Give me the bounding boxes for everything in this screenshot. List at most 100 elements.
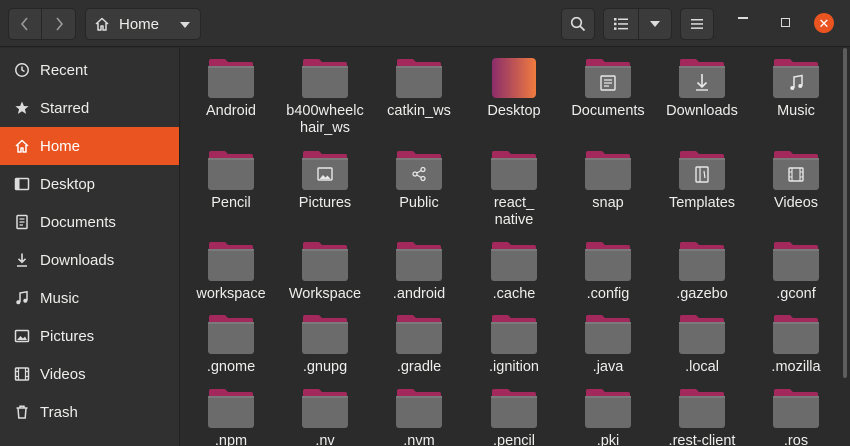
navigation-buttons — [8, 8, 76, 40]
sidebar-item-home[interactable]: Home — [0, 127, 179, 165]
file-item[interactable]: .ros — [749, 387, 843, 446]
file-item[interactable]: Pictures — [278, 149, 372, 212]
forward-button[interactable] — [42, 9, 75, 39]
file-item[interactable]: Desktop — [467, 57, 561, 120]
folder-icon — [491, 315, 537, 354]
sidebar-item-label: Trash — [40, 403, 78, 421]
sidebar-item-label: Pictures — [40, 327, 95, 345]
star-icon — [14, 100, 30, 116]
file-item[interactable]: Videos — [749, 149, 843, 212]
file-item[interactable]: .java — [561, 313, 655, 376]
sidebar-item-label: Home — [40, 137, 81, 155]
folder-icon — [491, 151, 537, 190]
sidebar-item-music[interactable]: Music — [0, 279, 179, 317]
folder-icon — [302, 242, 348, 281]
folder-icon — [208, 59, 254, 98]
file-item[interactable]: .gnupg — [278, 313, 372, 376]
file-item[interactable]: .local — [655, 313, 749, 376]
location-button[interactable]: Home — [85, 8, 201, 40]
file-item[interactable]: Documents — [561, 57, 655, 120]
chevron-right-icon — [55, 17, 63, 31]
picture-icon — [14, 328, 30, 344]
search-button[interactable] — [561, 8, 595, 40]
file-item[interactable]: b400wheelc hair_ws — [278, 57, 372, 137]
picture-folder-icon — [302, 151, 348, 190]
list-view-button[interactable] — [604, 9, 639, 39]
music-folder-icon — [773, 59, 819, 98]
vertical-scrollbar[interactable] — [843, 48, 847, 378]
file-item[interactable]: Music — [749, 57, 843, 120]
sidebar-item-downloads[interactable]: Downloads — [0, 241, 179, 279]
file-name: Desktop — [487, 103, 541, 119]
file-item[interactable]: snap — [561, 149, 655, 212]
file-item[interactable]: catkin_ws — [372, 57, 466, 120]
places-sidebar: Recent Starred Home Desktop Documents Downloa… — [0, 48, 180, 446]
chevron-left-icon — [20, 17, 28, 31]
minimize-button[interactable] — [738, 17, 748, 19]
sidebar-item-starred[interactable]: Starred — [0, 89, 179, 127]
folder-icon — [491, 389, 537, 428]
file-name: Documents — [571, 103, 645, 119]
location-label: Home — [119, 15, 160, 33]
back-button[interactable] — [9, 9, 43, 39]
file-name: .config — [586, 286, 630, 302]
file-item[interactable]: .npm — [184, 387, 278, 446]
file-item[interactable]: .nvm — [372, 387, 466, 446]
sidebar-item-desktop[interactable]: Desktop — [0, 165, 179, 203]
file-item[interactable]: Templates — [655, 149, 749, 212]
file-item[interactable]: .config — [561, 240, 655, 303]
close-button[interactable]: ✕ — [814, 13, 834, 33]
file-item[interactable]: Public — [372, 149, 466, 212]
file-item[interactable]: .rest-client — [655, 387, 749, 446]
sidebar-item-label: Music — [40, 289, 80, 307]
file-item[interactable]: .gnome — [184, 313, 278, 376]
folder-icon — [773, 242, 819, 281]
file-name: b400wheelc hair_ws — [286, 103, 364, 136]
file-name: snap — [592, 195, 624, 211]
file-item[interactable]: .android — [372, 240, 466, 303]
file-item[interactable]: Workspace — [278, 240, 372, 303]
file-name: .pencil — [493, 433, 535, 446]
file-name: .gnupg — [302, 359, 348, 375]
sidebar-item-videos[interactable]: Videos — [0, 355, 179, 393]
file-item[interactable]: Downloads — [655, 57, 749, 120]
file-item[interactable]: .pki — [561, 387, 655, 446]
file-item[interactable]: Android — [184, 57, 278, 120]
main-menu-button[interactable] — [680, 8, 714, 40]
file-grid: Android b400wheelc hair_ws catkin_ws Deskto… — [181, 48, 850, 446]
file-item[interactable]: .nv — [278, 387, 372, 446]
file-item[interactable]: .cache — [467, 240, 561, 303]
chevron-down-icon — [649, 21, 660, 27]
folder-icon — [396, 315, 442, 354]
folder-icon — [302, 315, 348, 354]
sidebar-item-pictures[interactable]: Pictures — [0, 317, 179, 355]
file-item[interactable]: .gconf — [749, 240, 843, 303]
file-item[interactable]: react_ native — [467, 149, 561, 229]
maximize-button[interactable] — [781, 18, 790, 27]
file-name: .pki — [596, 433, 620, 446]
sidebar-item-label: Desktop — [40, 175, 96, 193]
sidebar-item-trash[interactable]: Trash — [0, 393, 179, 431]
folder-icon — [208, 389, 254, 428]
file-item[interactable]: workspace — [184, 240, 278, 303]
file-name: .gradle — [396, 359, 442, 375]
folder-icon — [396, 59, 442, 98]
header-bar: Home ✕ — [0, 0, 850, 47]
file-name: .local — [685, 359, 719, 375]
sidebar-item-documents[interactable]: Documents — [0, 203, 179, 241]
document-icon — [14, 214, 30, 230]
file-item[interactable]: .pencil — [467, 387, 561, 446]
sidebar-item-label: Documents — [40, 213, 116, 231]
view-options-dropdown[interactable] — [638, 9, 671, 39]
file-name: .java — [592, 359, 624, 375]
folder-icon — [585, 389, 631, 428]
file-name: Public — [399, 195, 439, 211]
sidebar-item-recent[interactable]: Recent — [0, 51, 179, 89]
file-item[interactable]: .ignition — [467, 313, 561, 376]
file-name: .nv — [315, 433, 335, 446]
file-item[interactable]: .gradle — [372, 313, 466, 376]
file-item[interactable]: .gazebo — [655, 240, 749, 303]
file-item[interactable]: Pencil — [184, 149, 278, 212]
file-name: catkin_ws — [387, 103, 451, 119]
file-item[interactable]: .mozilla — [749, 313, 843, 376]
